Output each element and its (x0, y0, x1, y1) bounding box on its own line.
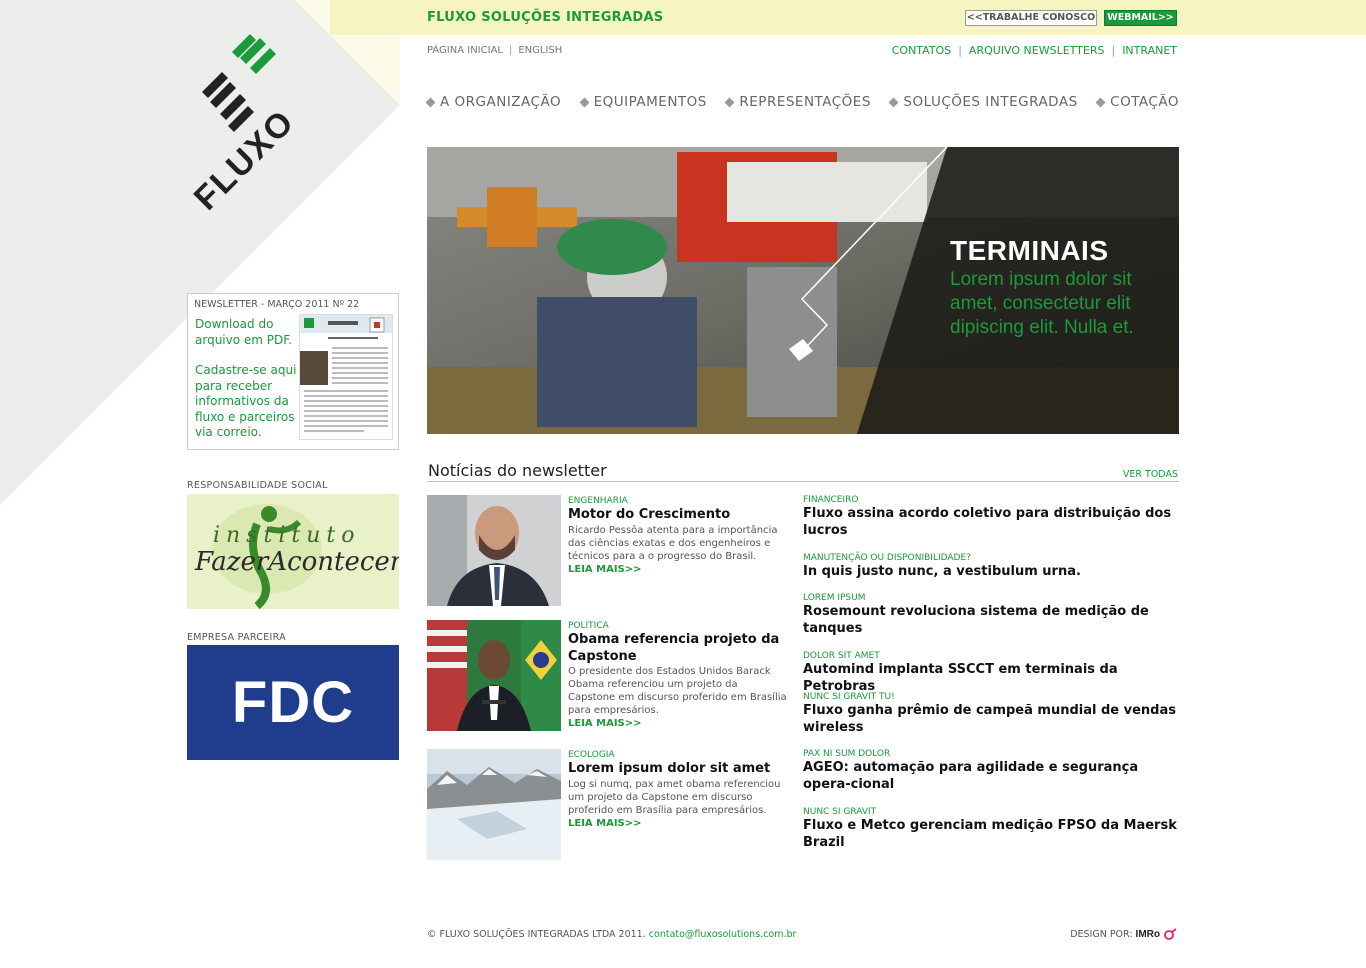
instituto-fazer-acontecer-banner[interactable]: instituto FazerAcontecer (187, 494, 399, 609)
news-category: LOREM IPSUM (803, 593, 866, 603)
instituto-logo: instituto FazerAcontecer (194, 504, 399, 609)
fdc-logo: FDC (231, 670, 355, 735)
read-more-link[interactable]: LEIA MAIS>> (568, 563, 788, 577)
diamond-bullet-icon (425, 97, 436, 107)
news-title[interactable]: Fluxo assina acordo coletivo para distri… (803, 506, 1183, 539)
news-list-item: LOREM IPSUM Rosemount revoluciona sistem… (803, 592, 1183, 637)
main-nav-cotacao[interactable]: COTAÇÃO (1095, 94, 1179, 110)
nav-contatos-link[interactable]: CONTATOS (892, 44, 951, 57)
trabalhe-conosco-button[interactable]: <<TRABALHE CONOSCO (965, 10, 1097, 26)
main-nav-representacoes[interactable]: REPRESENTAÇÕES (724, 94, 871, 110)
news-body: ENGENHARIA Motor do Crescimento Ricardo … (568, 495, 788, 577)
brand-name: FLUXO SOLUÇÕES INTEGRADAS (427, 10, 664, 25)
news-description: O presidente dos Estados Unidos Barack O… (568, 666, 787, 716)
newsletter-title: NEWSLETTER - MARÇO 2011 Nº 22 (194, 299, 360, 310)
news-description: Log si numq, pax amet obama referenciou … (568, 778, 781, 816)
news-category: MANUTENÇÃO OU DISPONIBILIDADE? (803, 553, 971, 563)
read-more-link[interactable]: LEIA MAIS>> (568, 817, 788, 831)
news-description: Ricardo Pessôa atenta para a importância… (568, 524, 778, 562)
separator: | (958, 44, 962, 57)
news-title[interactable]: In quis justo nunc, a vestibulum urna. (803, 564, 1183, 581)
news-category: NUNC SI GRAVIT TU! (803, 692, 895, 702)
instituto-logo-line1: instituto (213, 523, 360, 548)
separator: | (1111, 44, 1116, 57)
news-list-item: PAX NI SUM DOLOR AGEO: automação para ag… (803, 748, 1183, 793)
news-title[interactable]: Fluxo ganha prêmio de campeã mundial de … (803, 703, 1183, 736)
main-nav: A ORGANIZAÇÃO EQUIPAMENTOS REPRESENTAÇÕE… (425, 94, 1179, 110)
separator: | (508, 45, 513, 56)
main-nav-solucoes-integradas[interactable]: SOLUÇÕES INTEGRADAS (888, 94, 1078, 110)
news-thumbnail[interactable] (427, 620, 561, 731)
main-nav-label: REPRESENTAÇÕES (739, 94, 871, 110)
contact-email-link[interactable]: contato@fluxosolutions.com.br (649, 929, 797, 940)
read-more-link[interactable]: LEIA MAIS>> (568, 717, 788, 731)
hero-banner[interactable]: TERMINAIS Lorem ipsum dolor sit amet, co… (427, 147, 1179, 434)
news-category: DOLOR SIT AMET (803, 651, 880, 661)
fluxo-logo[interactable]: FLUXO (180, 30, 310, 220)
utility-nav-left: PÁGINA INICIAL | ENGLISH (427, 45, 562, 56)
instituto-logo-line2: FazerAcontecer (194, 547, 399, 577)
nav-home-link[interactable]: PÁGINA INICIAL (427, 45, 503, 56)
footer-design-credit: DESIGN POR: IMRo (1070, 928, 1177, 940)
newsletter-download-link[interactable]: Download do arquivo em PDF. (195, 316, 300, 348)
nav-arquivo-newsletters-link[interactable]: ARQUIVO NEWSLETTERS (969, 44, 1105, 57)
news-category: PAX NI SUM DOLOR (803, 749, 891, 759)
copyright-text: © FLUXO SOLUÇÕES INTEGRADAS LTDA 2011. (427, 929, 646, 940)
nav-english-link[interactable]: ENGLISH (518, 45, 562, 56)
newsletter-box: NEWSLETTER - MARÇO 2011 Nº 22 Download d… (187, 293, 399, 450)
main-nav-equipamentos[interactable]: EQUIPAMENTOS (579, 94, 707, 110)
news-body: ECOLOGIA Lorem ipsum dolor sit amet Log … (568, 749, 788, 831)
glacier-landscape-photo (427, 749, 561, 860)
main-nav-label: SOLUÇÕES INTEGRADAS (903, 94, 1078, 110)
main-nav-organizacao[interactable]: A ORGANIZAÇÃO (425, 94, 562, 110)
hero-text: Lorem ipsum dolor sit amet, consectetur … (950, 269, 1134, 338)
news-divider (427, 481, 1179, 482)
news-thumbnail[interactable] (427, 749, 561, 860)
news-category: ENGENHARIA (568, 496, 628, 506)
news-category: POLÍTICA (568, 621, 609, 631)
news-body: POLÍTICA Obama referencia projeto da Cap… (568, 620, 788, 731)
news-title[interactable]: AGEO: automação para agilidade e seguran… (803, 760, 1183, 793)
main-nav-label: EQUIPAMENTOS (593, 94, 707, 110)
news-list-item: FINANCEIRO Fluxo assina acordo coletivo … (803, 494, 1183, 539)
diamond-bullet-icon (1095, 97, 1106, 107)
president-speech-photo (427, 620, 561, 731)
news-title[interactable]: Rosemount revoluciona sistema de medição… (803, 604, 1183, 637)
diamond-bullet-icon (579, 97, 590, 107)
newsletter-thumbnail[interactable] (299, 314, 393, 440)
diamond-bullet-icon (724, 97, 735, 107)
news-title[interactable]: Lorem ipsum dolor sit amet (568, 761, 788, 778)
design-by-label: DESIGN POR: (1070, 928, 1133, 940)
utility-nav-right: CONTATOS | ARQUIVO NEWSLETTERS | INTRANE… (892, 44, 1177, 57)
view-all-news-link[interactable]: VER TODAS (1123, 469, 1178, 480)
partner-company-label: EMPRESA PARCEIRA (187, 632, 286, 643)
fdc-partner-banner[interactable]: FDC (187, 645, 399, 760)
hero-title: TERMINAIS (950, 235, 1109, 266)
news-list-item: DOLOR SIT AMET Automind implanta SSCCT e… (803, 650, 1183, 695)
social-responsibility-label: RESPONSABILIDADE SOCIAL (187, 480, 328, 491)
news-thumbnail[interactable] (427, 495, 561, 606)
news-list-item: NUNC SI GRAVIT TU! Fluxo ganha prêmio de… (803, 691, 1183, 736)
news-title[interactable]: Motor do Crescimento (568, 507, 788, 524)
designer-logo[interactable]: IMRo (1136, 929, 1160, 940)
portrait-photo (427, 495, 561, 606)
main-nav-label: COTAÇÃO (1110, 94, 1179, 110)
newsletter-signup-link[interactable]: Cadastre-se aqui para receber informativ… (195, 363, 300, 441)
webmail-button[interactable]: WEBMAIL>> (1104, 10, 1177, 26)
news-title[interactable]: Obama referencia projeto da Capstone (568, 632, 788, 665)
footer-copyright: © FLUXO SOLUÇÕES INTEGRADAS LTDA 2011. c… (427, 929, 796, 940)
news-list-item: MANUTENÇÃO OU DISPONIBILIDADE? In quis j… (803, 552, 1183, 581)
designer-mark-icon (1164, 928, 1177, 940)
diamond-bullet-icon (888, 97, 899, 107)
news-category: ECOLOGIA (568, 750, 615, 760)
news-title[interactable]: Fluxo e Metco gerenciam medição FPSO da … (803, 818, 1183, 851)
newsletter-preview-image (300, 315, 392, 432)
news-category: NUNC SI GRAVIT (803, 807, 877, 817)
news-category: FINANCEIRO (803, 495, 859, 505)
news-list-item: NUNC SI GRAVIT Fluxo e Metco gerenciam m… (803, 806, 1183, 851)
main-nav-label: A ORGANIZAÇÃO (440, 94, 562, 110)
news-heading: Notícias do newsletter (428, 461, 607, 480)
nav-intranet-link[interactable]: INTRANET (1122, 44, 1177, 57)
